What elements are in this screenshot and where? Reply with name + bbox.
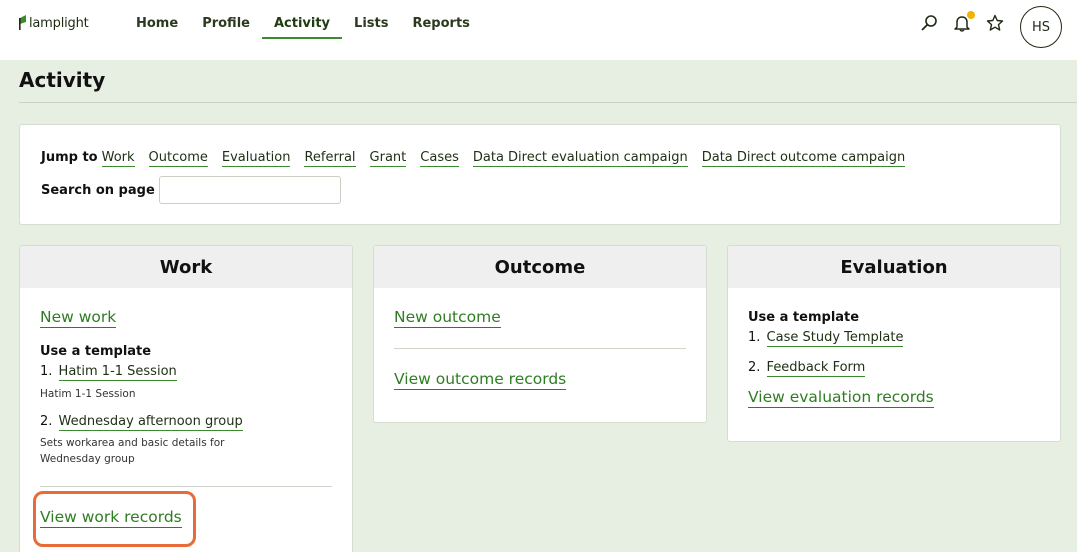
- jump-link-referral[interactable]: Referral: [304, 150, 356, 167]
- search-row: Search on page: [41, 176, 341, 204]
- logo-text: lamplight: [29, 15, 89, 31]
- lamplight-logo[interactable]: lamplight: [18, 12, 89, 34]
- lamp-icon: [19, 15, 26, 30]
- jump-link-data-direct-outcome[interactable]: Data Direct outcome campaign: [701, 150, 906, 167]
- search-label: Search on page: [41, 182, 155, 198]
- template-number: 1.: [40, 364, 53, 379]
- jump-label: Jump to: [41, 150, 98, 165]
- template-description: Hatim 1-1 Session: [40, 388, 136, 400]
- template-description: Sets workarea and basic details for Wedn…: [40, 437, 225, 465]
- view-outcome-records-link[interactable]: View outcome records: [394, 370, 567, 390]
- nav-reports[interactable]: Reports: [400, 0, 481, 39]
- new-work-link[interactable]: New work: [40, 308, 117, 328]
- template-link-feedback-form[interactable]: Feedback Form: [766, 360, 866, 377]
- jump-link-cases[interactable]: Cases: [420, 150, 459, 167]
- evaluation-card-title: Evaluation: [728, 246, 1060, 288]
- outcome-card-title: Outcome: [374, 246, 706, 288]
- view-evaluation-records-link[interactable]: View evaluation records: [748, 388, 934, 408]
- jump-to-panel: Jump to Work Outcome Evaluation Referral…: [19, 124, 1061, 225]
- jump-link-evaluation[interactable]: Evaluation: [221, 150, 291, 167]
- jump-link-data-direct-evaluation[interactable]: Data Direct evaluation campaign: [472, 150, 688, 167]
- jump-link-work[interactable]: Work: [101, 150, 135, 167]
- bell-icon[interactable]: [951, 11, 975, 34]
- new-outcome-link[interactable]: New outcome: [394, 308, 501, 328]
- evaluation-template-item-2: 2. Feedback Form: [748, 360, 866, 377]
- evaluation-card: Evaluation Use a template 1. Case Study …: [727, 245, 1061, 442]
- nav-lists[interactable]: Lists: [342, 0, 400, 39]
- jump-links-row: Jump to Work Outcome Evaluation Referral…: [41, 150, 919, 167]
- header-icons: [918, 11, 1017, 34]
- nav-home[interactable]: Home: [124, 0, 190, 39]
- work-card-title: Work: [20, 246, 352, 288]
- template-link-case-study[interactable]: Case Study Template: [766, 330, 904, 347]
- title-divider: [19, 102, 1077, 103]
- search-on-page-input[interactable]: [158, 176, 341, 204]
- template-link-hatim[interactable]: Hatim 1-1 Session: [58, 364, 177, 381]
- template-number: 1.: [748, 330, 761, 345]
- star-icon[interactable]: [984, 12, 1006, 34]
- notification-dot: [967, 11, 975, 19]
- nav-activity[interactable]: Activity: [261, 0, 343, 39]
- template-number: 2.: [748, 360, 761, 375]
- main-nav: Home Profile Activity Lists Reports: [124, 0, 482, 40]
- jump-link-outcome[interactable]: Outcome: [148, 150, 208, 167]
- template-number: 2.: [40, 414, 53, 429]
- page-title: Activity: [19, 68, 106, 92]
- card-divider: [394, 348, 686, 349]
- work-template-title: Use a template: [40, 344, 152, 359]
- top-navigation-bar: lamplight Home Profile Activity Lists Re…: [0, 0, 1077, 60]
- user-avatar[interactable]: HS: [1020, 6, 1062, 48]
- outcome-card: Outcome New outcome View outcome records: [373, 245, 707, 423]
- search-icon[interactable]: [918, 12, 940, 34]
- nav-profile[interactable]: Profile: [190, 0, 262, 39]
- evaluation-template-title: Use a template: [748, 310, 860, 325]
- jump-link-grant[interactable]: Grant: [369, 150, 407, 167]
- work-template-item-1: 1. Hatim 1-1 Session: [40, 364, 177, 381]
- work-template-item-2: 2. Wednesday afternoon group: [40, 414, 243, 431]
- template-link-wednesday[interactable]: Wednesday afternoon group: [58, 414, 243, 431]
- evaluation-template-item-1: 1. Case Study Template: [748, 330, 904, 347]
- highlight-annotation: [33, 491, 196, 547]
- card-divider: [40, 486, 332, 487]
